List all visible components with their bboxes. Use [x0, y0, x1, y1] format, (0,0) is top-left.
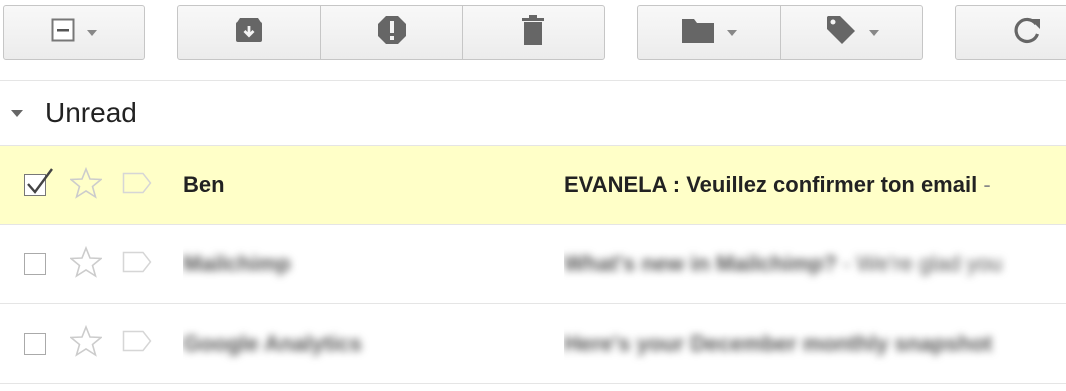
action-button-group: [177, 5, 605, 60]
email-subject: Here's your December monthly snapshot: [564, 330, 993, 356]
subject-cell: EVANELA : Veuillez confirmer ton email -: [564, 146, 1066, 224]
sender-name: Mailchimp: [183, 251, 291, 276]
subject-cell: What's new in Mailchimp? - We're glad yo…: [564, 225, 1066, 303]
star-cell: [68, 304, 104, 383]
checkmark-icon: [26, 167, 54, 202]
importance-marker-icon[interactable]: [122, 172, 152, 199]
select-button-group: [3, 5, 145, 60]
archive-icon: [234, 16, 264, 49]
importance-cell: [122, 146, 152, 224]
snippet-separator: -: [836, 251, 857, 276]
chevron-down-icon: [868, 29, 879, 36]
subject-cell: Here's your December monthly snapshot: [564, 304, 1066, 383]
toolbar: [0, 0, 1066, 81]
label-tag-icon: [825, 14, 857, 51]
snippet-separator: -: [977, 172, 997, 197]
labels-button[interactable]: [780, 6, 922, 59]
delete-icon: [521, 14, 545, 51]
report-spam-button[interactable]: [320, 6, 461, 59]
star-icon[interactable]: [68, 166, 104, 204]
report-spam-icon: [377, 15, 407, 50]
sender-cell: Mailchimp: [183, 225, 543, 303]
star-icon[interactable]: [68, 245, 104, 283]
chevron-down-icon: [87, 29, 97, 36]
delete-button[interactable]: [461, 6, 604, 59]
refresh-button[interactable]: [956, 6, 1066, 59]
row-select-cell: [24, 225, 46, 303]
email-row[interactable]: Mailchimp What's new in Mailchimp? - We'…: [0, 224, 1066, 303]
sender-cell: Ben: [183, 146, 543, 224]
collapse-caret-icon[interactable]: [11, 109, 23, 117]
sender-cell: Google Analytics: [183, 304, 543, 383]
row-checkbox[interactable]: [24, 253, 46, 275]
row-checkbox[interactable]: [24, 168, 53, 196]
email-row[interactable]: Google Analytics Here's your December mo…: [0, 303, 1066, 384]
row-select-cell: [24, 304, 46, 383]
email-list: Ben EVANELA : Veuillez confirmer ton ema…: [0, 145, 1066, 384]
refresh-button-group: [955, 5, 1066, 60]
move-to-button[interactable]: [638, 6, 780, 59]
folder-icon: [681, 16, 715, 49]
importance-marker-icon[interactable]: [122, 251, 152, 278]
refresh-icon: [1012, 15, 1042, 50]
importance-cell: [122, 225, 152, 303]
section-header[interactable]: Unread: [0, 82, 1066, 144]
select-checkbox-icon: [51, 18, 75, 47]
row-select-cell: [24, 146, 53, 224]
archive-button[interactable]: [178, 6, 320, 59]
section-title: Unread: [45, 97, 137, 128]
row-checkbox[interactable]: [24, 332, 46, 355]
email-snippet: We're glad you: [856, 251, 1003, 276]
importance-cell: [122, 304, 152, 383]
importance-marker-icon[interactable]: [122, 330, 152, 357]
sender-name: Google Analytics: [183, 330, 362, 356]
star-cell: [68, 146, 104, 224]
select-dropdown-button[interactable]: [4, 6, 144, 59]
email-subject: EVANELA : Veuillez confirmer ton email: [564, 172, 978, 197]
star-cell: [68, 225, 104, 303]
sender-name: Ben: [183, 172, 225, 197]
star-icon[interactable]: [68, 324, 104, 362]
organize-button-group: [637, 5, 923, 60]
email-subject: What's new in Mailchimp?: [564, 251, 837, 276]
chevron-down-icon: [727, 29, 737, 36]
email-row[interactable]: Ben EVANELA : Veuillez confirmer ton ema…: [0, 145, 1066, 224]
